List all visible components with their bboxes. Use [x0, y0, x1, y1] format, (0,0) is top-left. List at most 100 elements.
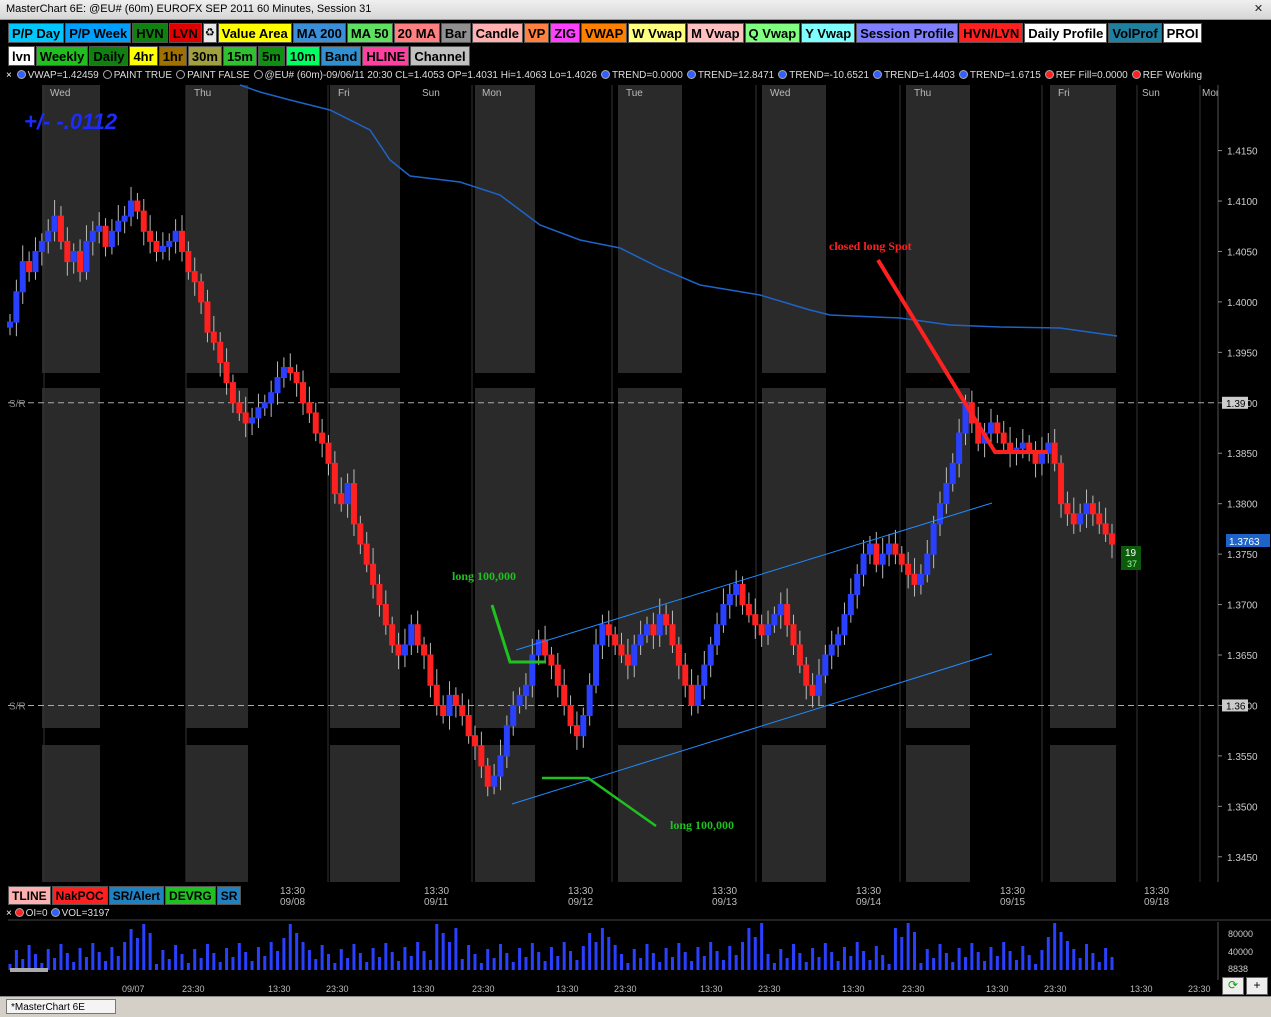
candle-body — [631, 644, 638, 666]
candle-body — [178, 230, 185, 252]
candle-body — [344, 483, 351, 505]
volume-bar — [1046, 937, 1050, 970]
volume-bar — [600, 928, 604, 970]
candle-body — [121, 215, 128, 222]
candle-body — [873, 543, 880, 565]
volume-bar — [747, 928, 751, 970]
volume-bar — [205, 944, 209, 970]
volume-bar — [766, 954, 770, 970]
volume-bar — [1014, 960, 1018, 970]
session-band — [186, 388, 248, 728]
volume-bar — [1040, 950, 1044, 970]
price-tick-label: 1.3700 — [1227, 601, 1258, 612]
candle-body — [204, 301, 211, 333]
volume-bar — [702, 956, 706, 970]
candle-body — [172, 230, 179, 242]
day-label: Wed — [50, 88, 70, 99]
candle-body — [249, 417, 256, 424]
candle-body — [726, 593, 733, 606]
candle-body — [586, 684, 593, 717]
candle-body — [822, 654, 829, 676]
button-tline[interactable]: TLINE — [8, 886, 51, 905]
volume-bar — [307, 950, 311, 970]
volume-bar — [84, 957, 88, 970]
candle-body — [395, 644, 402, 656]
candle-body — [147, 230, 154, 242]
volume-bar — [479, 963, 483, 970]
volume-bar — [518, 948, 522, 970]
volume-bar — [556, 956, 560, 970]
candle-body — [707, 644, 714, 666]
candle-body — [389, 624, 396, 646]
candle-body — [319, 432, 326, 444]
button-sr-alert[interactable]: SR/Alert — [108, 886, 165, 905]
volume-bar — [193, 949, 197, 970]
volume-bar — [855, 942, 859, 970]
volume-bar — [78, 948, 82, 970]
time-label: 13:30 — [856, 886, 881, 897]
candle-body — [19, 261, 26, 293]
candle-body — [497, 755, 504, 777]
chart-tab[interactable]: *MasterChart 6E — [6, 999, 116, 1014]
candle-body — [57, 215, 64, 242]
volume-bar — [645, 944, 649, 970]
volume-bar — [900, 937, 904, 970]
session-band — [762, 745, 826, 882]
candle-body — [459, 704, 466, 717]
volume-bar — [670, 957, 674, 970]
price-chart[interactable]: Wed Thu Fri Sun Mon Tue Wed Thu Fri Sun Mon1.41501… — [0, 0, 1271, 1016]
volume-bar — [231, 957, 235, 970]
candle-body — [331, 462, 338, 495]
volume-bar — [849, 956, 853, 970]
button-devrg[interactable]: DEVRG — [165, 886, 216, 905]
volume-bar — [1027, 955, 1031, 970]
candle-body — [115, 220, 122, 232]
refresh-icon[interactable]: ⟳ — [1222, 977, 1244, 995]
candle-body — [752, 614, 759, 626]
volume-bar — [562, 942, 566, 970]
candle-body — [83, 240, 90, 273]
price-tick-label: 1.3450 — [1227, 853, 1258, 864]
volume-close-icon[interactable]: × — [6, 908, 12, 919]
candle-body — [1064, 503, 1071, 515]
volume-bar — [346, 958, 350, 970]
annotation-long-2: long 100,000 — [670, 818, 734, 832]
volume-x-label: 13:30 — [842, 984, 865, 994]
add-icon[interactable]: + — [1246, 977, 1268, 995]
volume-bar — [632, 949, 636, 970]
button-sr[interactable]: SR — [216, 886, 242, 905]
candle-body — [860, 553, 867, 575]
volume-bar — [963, 957, 967, 970]
candle-body — [306, 402, 313, 414]
volume-bar — [938, 944, 942, 970]
candle-body — [765, 624, 772, 636]
volume-bar — [505, 953, 509, 970]
candle-body — [663, 614, 670, 626]
candle-body — [796, 644, 803, 666]
volume-bar — [511, 962, 515, 970]
session-band — [618, 745, 682, 882]
volume-bar — [409, 956, 413, 970]
candle-body — [363, 543, 370, 565]
candle-body — [510, 704, 517, 727]
day-label: Sun — [422, 88, 440, 99]
candle-body — [701, 664, 708, 686]
volume-bar — [1091, 953, 1095, 970]
volume-bar — [753, 937, 757, 970]
volume-bar — [498, 944, 502, 970]
sr-price-tag-label: 1.39 — [1226, 399, 1246, 410]
day-label: Fri — [338, 88, 350, 99]
volume-bar — [530, 943, 534, 970]
candle-body — [452, 694, 459, 706]
button-nakpoc[interactable]: NakPOC — [51, 886, 108, 905]
day-label: Mon — [482, 88, 501, 99]
candle-body — [542, 639, 549, 656]
volume-bar — [135, 938, 139, 970]
volume-bar — [881, 955, 885, 970]
volume-bar — [416, 942, 420, 970]
volume-bar — [301, 942, 305, 970]
date-label: 09/11 — [424, 897, 449, 908]
volume-bar — [269, 942, 273, 970]
volume-bar — [613, 945, 617, 970]
sr-label: S/R — [9, 701, 26, 712]
